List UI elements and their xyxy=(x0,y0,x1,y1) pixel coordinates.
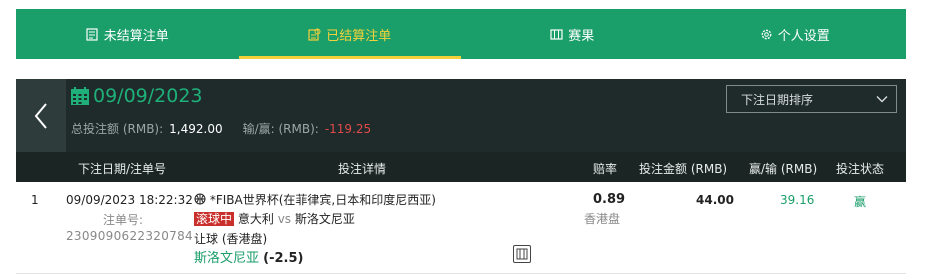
tab-label: 已结算注单 xyxy=(326,28,392,44)
settled-bets-page: 未结算注单 已结算注单 赛果 个人设置 09/09/2023 总投注额 (RMB… xyxy=(0,0,952,280)
gear-icon xyxy=(760,28,773,41)
total-stake-value: 1,492.00 xyxy=(169,121,223,136)
table-header: 下注日期/注单号 投注详情 赔率 投注金额 (RMB) 赢/输 (RMB) 投注… xyxy=(16,152,906,182)
chevron-left-icon xyxy=(34,102,47,129)
handicap-value: (-2.5) xyxy=(263,251,304,266)
competition-name: *FIBA世界杯(在菲律宾,日本和印度尼西亚) xyxy=(209,193,436,207)
order-number-label: 注单号: xyxy=(103,213,144,227)
away-team: 斯洛文尼亚 xyxy=(294,212,355,226)
winloss-cell: 39.16 xyxy=(780,193,815,207)
order-number: 2309090622320784 xyxy=(66,229,193,243)
odds-type: 香港盘 xyxy=(584,212,621,226)
settled-date: 09/09/2023 xyxy=(93,85,203,107)
selection-name: 斯洛文尼亚 xyxy=(194,251,260,266)
tab-label: 未结算注单 xyxy=(103,28,169,44)
ticket-icon xyxy=(86,27,99,41)
back-button[interactable] xyxy=(16,79,66,152)
vs-label: vs xyxy=(277,212,292,226)
stake-summary: 总投注额 (RMB): 1,492.00 输/赢: (RMB): -119.25 xyxy=(71,120,371,137)
results-icon xyxy=(550,28,563,41)
stats-icon xyxy=(516,248,528,260)
tab-label: 个人设置 xyxy=(777,28,830,44)
winloss-value: -119.25 xyxy=(324,121,372,136)
odds-value: 0.89 xyxy=(593,192,626,207)
col-bet-details: 投注详情 xyxy=(338,162,387,176)
col-date-order: 下注日期/注单号 xyxy=(78,162,167,176)
market-name: 让球 (香港盘) xyxy=(194,232,268,246)
competition-line: *FIBA世界杯(在菲律宾,日本和印度尼西亚) xyxy=(194,191,436,208)
selection-line: 斯洛文尼亚 (-2.5) xyxy=(194,247,303,266)
sort-dropdown[interactable]: 下注日期排序 xyxy=(726,85,897,113)
col-winloss: 赢/输 (RMB) xyxy=(749,162,818,176)
settled-ticket-icon xyxy=(308,28,321,41)
top-nav: 未结算注单 已结算注单 赛果 个人设置 xyxy=(16,9,906,59)
row-index: 1 xyxy=(31,193,39,207)
stats-button[interactable] xyxy=(513,245,531,263)
basketball-icon xyxy=(194,193,206,205)
col-odds: 赔率 xyxy=(593,162,618,176)
tab-unsettled[interactable]: 未结算注单 xyxy=(16,9,239,59)
table-row[interactable]: 1 09/09/2023 18:22:32 注单号: 2309090622320… xyxy=(16,182,906,274)
tab-settings[interactable]: 个人设置 xyxy=(684,9,907,59)
status-badge: 赢 xyxy=(854,195,867,209)
date-summary-panel: 09/09/2023 总投注额 (RMB): 1,492.00 输/赢: (RM… xyxy=(16,79,906,152)
tab-label: 赛果 xyxy=(568,28,595,44)
tab-results[interactable]: 赛果 xyxy=(461,9,684,59)
col-stake: 投注金额 (RMB) xyxy=(639,162,728,176)
col-status: 投注状态 xyxy=(836,162,885,176)
stake-value: 44.00 xyxy=(696,193,734,207)
tab-settled[interactable]: 已结算注单 xyxy=(238,9,462,59)
sort-selected-label: 下注日期排序 xyxy=(741,92,814,107)
calendar-icon xyxy=(70,86,90,106)
bet-datetime: 09/09/2023 18:22:32 xyxy=(66,193,193,207)
date-heading: 09/09/2023 xyxy=(70,85,203,107)
chevron-down-icon xyxy=(876,96,888,103)
winloss-label: 输/赢: (RMB): xyxy=(242,122,319,136)
total-stake-label: 总投注额 (RMB): xyxy=(71,122,164,136)
match-line: 滚球中 意大利 vs 斯洛文尼亚 xyxy=(194,210,355,227)
live-badge: 滚球中 xyxy=(194,212,235,226)
home-team: 意大利 xyxy=(237,212,274,226)
